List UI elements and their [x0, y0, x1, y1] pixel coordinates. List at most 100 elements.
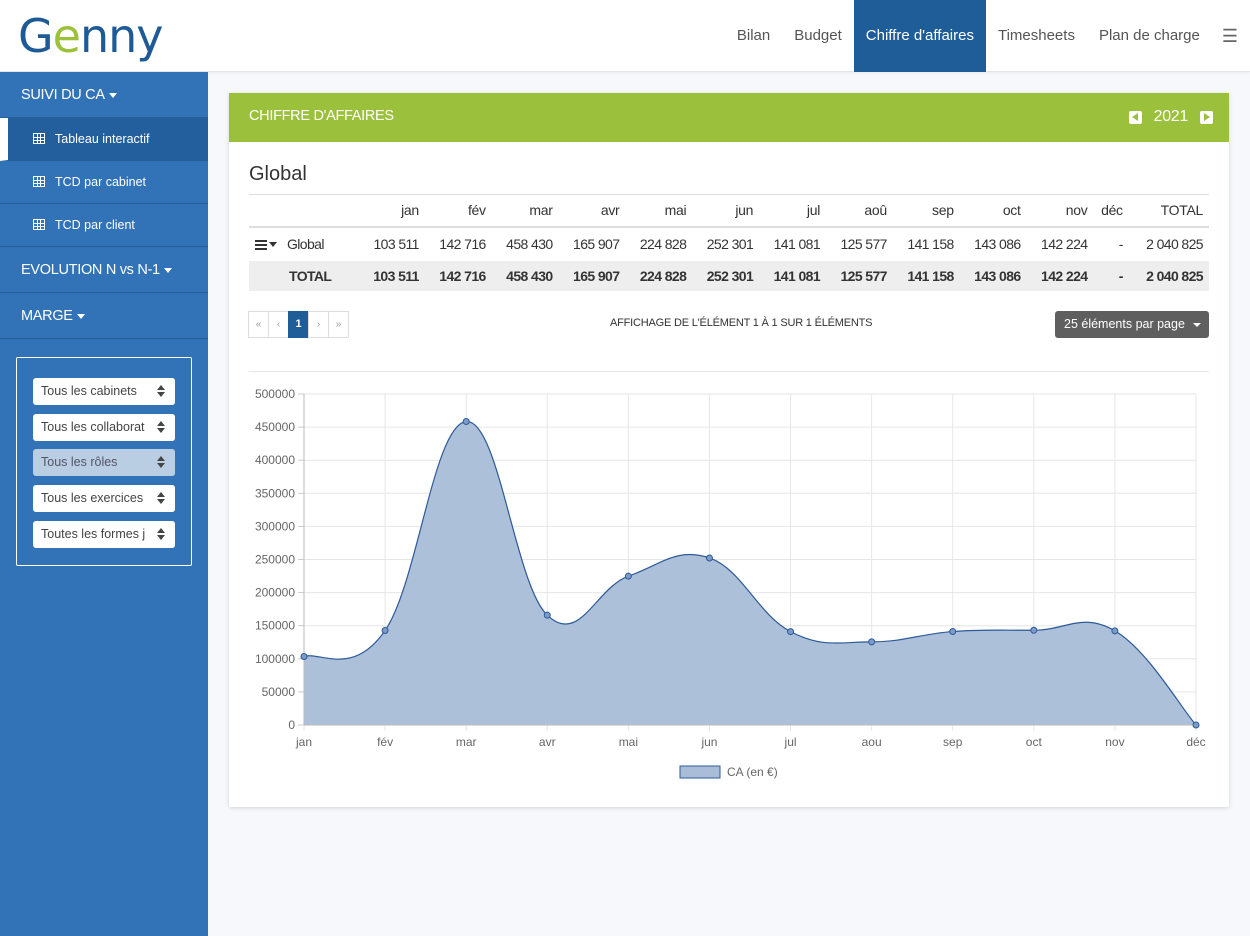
sidebar-section-marge[interactable]: MARGE [0, 293, 208, 339]
y-tick-label: 300000 [255, 519, 295, 533]
select-arrows-icon [157, 456, 165, 468]
data-point [462, 418, 470, 426]
y-tick-label: 200000 [255, 586, 295, 600]
year-label: 2021 [1153, 108, 1189, 125]
x-tick-label: mai [619, 735, 638, 749]
y-tick-label: 0 [288, 718, 295, 732]
cell: 165 907 [558, 260, 626, 291]
menu-icon[interactable]: ☰ [1212, 0, 1250, 72]
table-total-row: TOTAL 103 511 142 716 458 430 165 907 22… [249, 260, 1209, 291]
x-tick-label: nov [1105, 735, 1124, 749]
per-page-dropdown[interactable]: 25 éléments par page [1055, 311, 1209, 338]
next-page-button[interactable]: › [308, 311, 329, 338]
panel-header: CHIFFRE D'AFFAIRES 2021 [229, 93, 1229, 142]
cell: 458 430 [491, 260, 559, 291]
y-tick-label: 350000 [255, 486, 295, 500]
current-page-button[interactable]: 1 [288, 311, 309, 338]
first-page-button[interactable]: « [248, 311, 269, 338]
col-header[interactable]: jan [359, 194, 425, 228]
x-tick-label: aou [862, 735, 882, 749]
data-point [1030, 626, 1038, 634]
cell: 458 430 [506, 236, 553, 252]
cell: 125 577 [826, 260, 893, 291]
col-header [249, 194, 359, 228]
cell: 252 301 [706, 236, 754, 252]
caret-down-icon [76, 313, 85, 319]
col-header[interactable]: fév [424, 194, 492, 228]
sidebar-item-tcd-client[interactable]: TCD par client [0, 204, 208, 247]
legend-label: CA (en €) [727, 765, 778, 779]
year-selector: 2021 [1128, 108, 1213, 126]
cabinet-select[interactable]: Tous les cabinets [33, 378, 175, 405]
panel-title: CHIFFRE D'AFFAIRES [249, 108, 394, 124]
col-header[interactable]: aoû [826, 194, 893, 228]
y-tick-label: 250000 [255, 553, 295, 567]
cell: 142 224 [1041, 236, 1088, 252]
x-tick-label: sep [943, 735, 963, 749]
sidebar-item-tcd-cabinet[interactable]: TCD par cabinet [0, 161, 208, 204]
sidebar-section-evolution[interactable]: EVOLUTION N vs N-1 [0, 247, 208, 293]
section-title: Global [249, 163, 307, 185]
x-tick-label: jun [700, 735, 717, 749]
nav-plan-de-charge[interactable]: Plan de charge [1087, 0, 1212, 72]
cell: 141 081 [759, 260, 827, 291]
table-icon [33, 219, 45, 230]
cell: - [1118, 236, 1124, 252]
select-arrows-icon [157, 421, 165, 433]
next-year-icon[interactable] [1200, 110, 1213, 124]
y-tick-label: 450000 [255, 420, 295, 434]
nav-bilan[interactable]: Bilan [725, 0, 782, 72]
data-point [381, 627, 389, 635]
cell: 103 511 [373, 236, 419, 252]
col-header[interactable]: sep [892, 194, 960, 228]
legal-form-select[interactable]: Toutes les formes juridiques [33, 521, 175, 548]
x-tick-label: oct [1026, 735, 1043, 749]
prev-page-button[interactable]: ‹ [268, 311, 289, 338]
nav-chiffre-affaires[interactable]: Chiffre d'affaires [853, 0, 986, 72]
col-header[interactable]: avr [558, 194, 626, 228]
x-tick-label: mar [456, 735, 477, 749]
sidebar-item-tableau-interactif[interactable]: Tableau interactif [0, 118, 208, 161]
nav-budget[interactable]: Budget [782, 0, 854, 72]
col-header[interactable]: jun [692, 194, 760, 228]
revenue-table: jan fév mar avr mai jun jul aoû sep oct … [249, 194, 1209, 291]
x-tick-label: avr [539, 735, 556, 749]
cell: 143 086 [974, 236, 1021, 252]
data-point [1111, 627, 1119, 635]
prev-year-icon[interactable] [1128, 110, 1142, 124]
cell: 224 828 [639, 236, 687, 252]
cell: 142 224 [1026, 260, 1094, 291]
select-arrows-icon [157, 528, 165, 540]
cell: 141 081 [773, 236, 821, 252]
col-header[interactable]: jul [759, 194, 827, 228]
last-page-button[interactable]: » [328, 311, 349, 338]
row-menu-icon[interactable] [255, 240, 267, 250]
sidebar-section-suivi-ca[interactable]: SUIVI DU CA [0, 72, 208, 118]
col-header[interactable]: déc [1093, 194, 1129, 228]
sidebar: SUIVI DU CA Tableau interactif TCD par c… [0, 72, 208, 936]
caret-down-icon [163, 267, 172, 273]
data-point [543, 611, 551, 619]
nav-timesheets[interactable]: Timesheets [986, 0, 1087, 72]
x-tick-label: jan [295, 735, 312, 749]
data-point [705, 554, 713, 562]
collaborator-select[interactable]: Tous les collaborateurs [33, 414, 175, 441]
col-header[interactable]: oct [959, 194, 1027, 228]
caret-down-icon[interactable] [269, 242, 277, 247]
col-header[interactable]: nov [1026, 194, 1094, 228]
col-header[interactable]: mai [625, 194, 693, 228]
caret-down-icon [108, 92, 117, 98]
y-tick-label: 50000 [262, 685, 296, 699]
pagination: « ‹ 1 › » [248, 311, 349, 338]
cell: 142 716 [424, 260, 492, 291]
data-point [300, 652, 308, 660]
select-arrows-icon [157, 492, 165, 504]
table-row: Global 103 511 142 716 458 430 165 907 2… [249, 227, 1209, 261]
col-header[interactable]: mar [491, 194, 559, 228]
genny-logo[interactable]: Genny [18, 12, 163, 64]
cell: 142 716 [439, 236, 486, 252]
col-header[interactable]: TOTAL [1128, 194, 1209, 228]
cell: 2 040 825 [1128, 260, 1209, 291]
cell: 2 040 825 [1146, 236, 1203, 252]
exercise-select[interactable]: Tous les exercices [33, 485, 175, 512]
